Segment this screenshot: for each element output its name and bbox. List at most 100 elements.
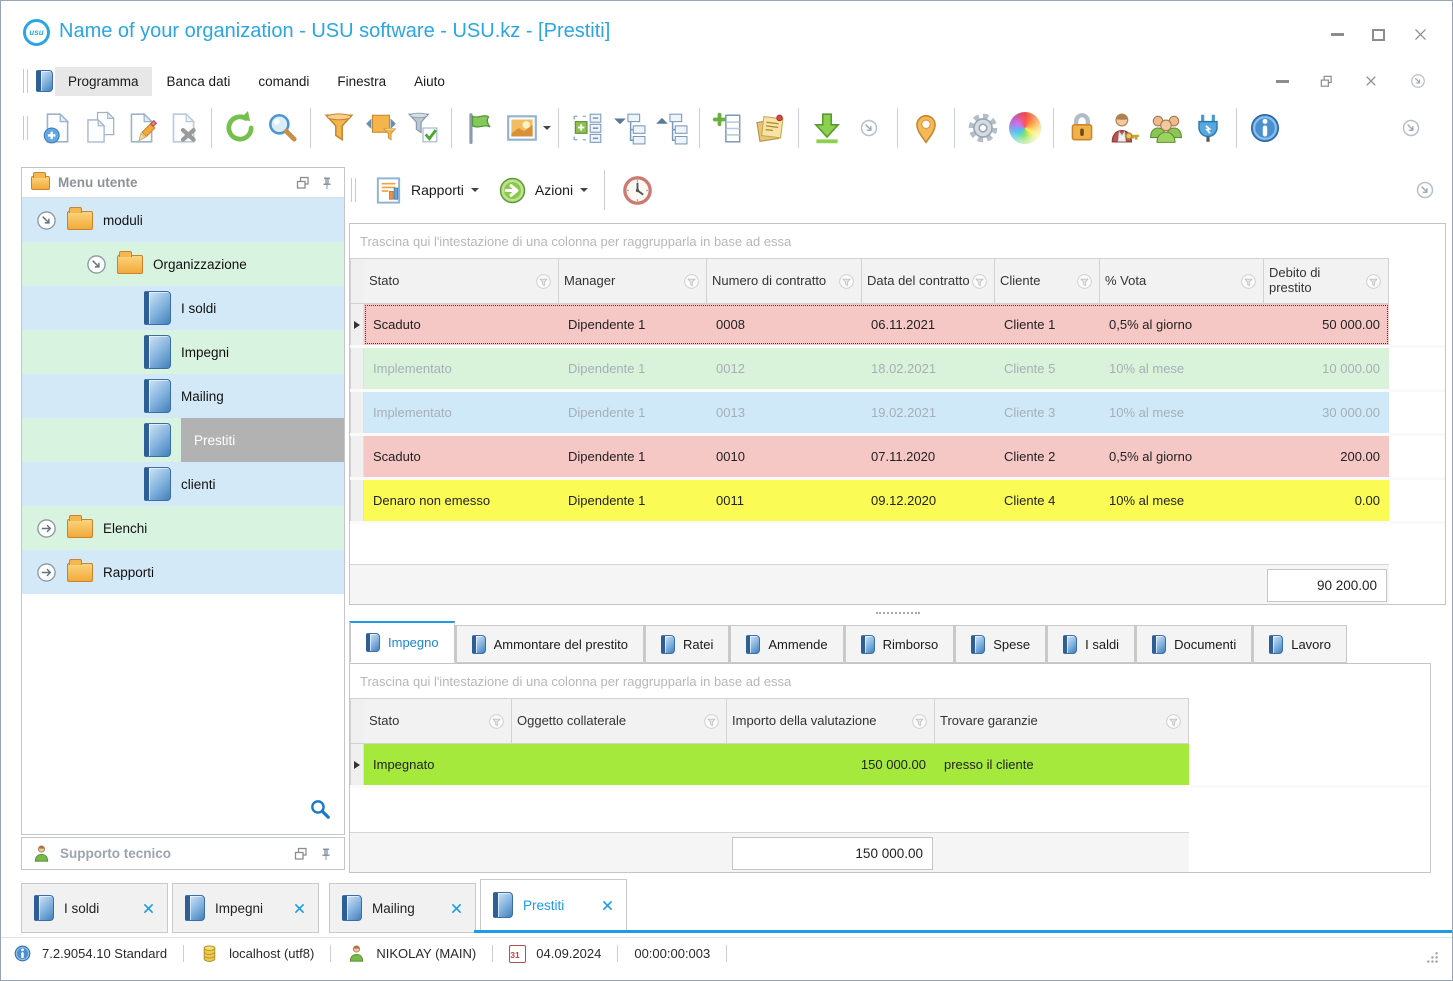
menu-banca-dati[interactable]: Banca dati <box>154 67 244 96</box>
sidebar-item-organizzazione[interactable]: Organizzazione <box>22 242 344 286</box>
tab-i-saldi[interactable]: I saldi <box>1046 625 1136 663</box>
panel-pin-icon[interactable] <box>318 846 334 862</box>
collapse-branch-button[interactable] <box>608 105 650 151</box>
column-header-stato[interactable]: Stato <box>364 258 559 304</box>
info-button[interactable] <box>1244 105 1286 151</box>
toolbar-grip[interactable] <box>351 178 356 202</box>
mdi-close-icon[interactable] <box>1364 74 1378 88</box>
toolbar-overflow-button[interactable] <box>1390 105 1432 151</box>
sidebar-item-prestiti[interactable]: Prestiti <box>22 418 344 462</box>
column-filter-icon[interactable] <box>837 272 856 291</box>
scheduler-button[interactable] <box>612 170 663 210</box>
panel-pin-icon[interactable] <box>319 175 335 191</box>
table-row[interactable]: Denaro non emesso Dipendente 1 0011 09.12.2… <box>350 480 1445 524</box>
sidebar-item-clienti[interactable]: clienti <box>22 462 344 506</box>
column-filter-icon[interactable] <box>1164 712 1183 731</box>
tab-ammontare-del-prestito[interactable]: Ammontare del prestito <box>454 625 644 663</box>
tab-rimborso[interactable]: Rimborso <box>843 625 955 663</box>
add-column-button[interactable] <box>707 105 749 151</box>
tab-ammende[interactable]: Ammende <box>729 625 844 663</box>
sidebar-item-moduli[interactable]: moduli <box>22 198 344 242</box>
column-filter-icon[interactable] <box>702 712 721 731</box>
lock-button[interactable] <box>1061 105 1103 151</box>
plugin-button[interactable] <box>1187 105 1229 151</box>
edit-record-button[interactable] <box>120 105 162 151</box>
user-access-button[interactable] <box>1103 105 1145 151</box>
window-tab-impegni[interactable]: Impegni <box>172 883 319 933</box>
menu-programma[interactable]: Programma <box>55 66 152 96</box>
window-tab-i-soldi[interactable]: I soldi <box>21 883 168 933</box>
sidebar-search-icon[interactable] <box>309 798 331 820</box>
column-header-debito[interactable]: Debito di prestito <box>1264 258 1389 304</box>
column-header-vota[interactable]: % Vota <box>1100 258 1264 304</box>
mdi-minimize-icon[interactable] <box>1276 79 1289 83</box>
column-header-manager[interactable]: Manager <box>559 258 707 304</box>
collapse-node-icon[interactable] <box>86 254 107 275</box>
expand-node-icon[interactable] <box>36 562 57 583</box>
window-tab-prestiti[interactable]: Prestiti <box>480 879 627 933</box>
table-row[interactable]: Implementato Dipendente 1 0013 19.02.2021 Cl… <box>350 392 1445 436</box>
flag-button[interactable] <box>459 105 501 151</box>
image-dropdown-caret-icon[interactable] <box>543 126 551 134</box>
export-button[interactable] <box>806 105 848 151</box>
export-overflow-button[interactable] <box>848 105 890 151</box>
panel-expand-icon[interactable] <box>293 846 309 862</box>
copy-record-button[interactable] <box>78 105 120 151</box>
column-filter-icon[interactable] <box>682 272 701 291</box>
column-header-cliente[interactable]: Cliente <box>995 258 1100 304</box>
panel-restore-icon[interactable] <box>295 175 311 191</box>
sidebar-item-elenchi[interactable]: Elenchi <box>22 506 344 550</box>
table-row[interactable]: Scaduto Dipendente 1 0008 06.11.2021 Cliente… <box>350 304 1445 348</box>
image-button[interactable] <box>501 105 543 151</box>
filter-button[interactable] <box>318 105 360 151</box>
resize-grip-icon[interactable] <box>1418 943 1440 965</box>
menubar-overflow-icon[interactable] <box>1408 71 1428 91</box>
add-record-button[interactable] <box>36 105 78 151</box>
column-filter-icon[interactable] <box>1364 272 1383 291</box>
column-header-oggetto[interactable]: Oggetto collaterale <box>512 698 727 744</box>
window-tab-mailing[interactable]: Mailing <box>329 883 476 933</box>
menu-aiuto[interactable]: Aiuto <box>401 67 458 96</box>
info-icon[interactable] <box>13 944 32 963</box>
expand-branch-button[interactable] <box>650 105 692 151</box>
saved-filter-button[interactable] <box>402 105 444 151</box>
tab-lavoro[interactable]: Lavoro <box>1252 625 1347 663</box>
refresh-button[interactable] <box>219 105 261 151</box>
column-filter-icon[interactable] <box>534 272 553 291</box>
menu-finestra[interactable]: Finestra <box>324 67 399 96</box>
menu-comandi[interactable]: comandi <box>245 67 322 96</box>
column-filter-icon[interactable] <box>910 712 929 731</box>
settings-button[interactable] <box>962 105 1004 151</box>
tab-documenti[interactable]: Documenti <box>1135 625 1253 663</box>
table-row[interactable]: Implementato Dipendente 1 0012 18.02.2021 Cl… <box>350 348 1445 392</box>
close-tab-icon[interactable] <box>601 899 614 912</box>
rapporti-dropdown-button[interactable]: Rapporti <box>364 170 488 210</box>
close-icon[interactable] <box>1413 27 1428 42</box>
column-header-importo[interactable]: Importo della valutazione <box>727 698 935 744</box>
color-theme-button[interactable] <box>1004 105 1046 151</box>
tab-impegno[interactable]: Impegno <box>349 621 455 663</box>
actionbar-overflow-button[interactable] <box>1404 167 1446 213</box>
column-header-garanzie[interactable]: Trovare garanzie <box>935 698 1189 744</box>
column-header-stato[interactable]: Stato <box>364 698 512 744</box>
minimize-icon[interactable] <box>1331 33 1344 36</box>
column-filter-icon[interactable] <box>970 272 989 291</box>
close-tab-icon[interactable] <box>142 902 155 915</box>
expand-levels-button[interactable] <box>566 105 608 151</box>
table-row[interactable]: Scaduto Dipendente 1 0010 07.11.2020 Cliente… <box>350 436 1445 480</box>
collapse-node-icon[interactable] <box>36 210 57 231</box>
maximize-icon[interactable] <box>1372 28 1385 41</box>
support-panel[interactable]: Supporto tecnico <box>21 837 345 870</box>
map-pin-button[interactable] <box>905 105 947 151</box>
column-header-data[interactable]: Data del contratto <box>862 258 995 304</box>
column-header-numero[interactable]: Numero di contratto <box>707 258 862 304</box>
users-button[interactable] <box>1145 105 1187 151</box>
table-row[interactable]: Impegnato 150 000.00 presso il cliente <box>350 744 1430 788</box>
filter-range-button[interactable] <box>360 105 402 151</box>
tab-ratei[interactable]: Ratei <box>644 625 730 663</box>
splitter-handle[interactable] <box>875 612 920 614</box>
column-filter-icon[interactable] <box>487 712 506 731</box>
sidebar-item-rapporti[interactable]: Rapporti <box>22 550 344 594</box>
sidebar-item-i-soldi[interactable]: I soldi <box>22 286 344 330</box>
close-tab-icon[interactable] <box>450 902 463 915</box>
